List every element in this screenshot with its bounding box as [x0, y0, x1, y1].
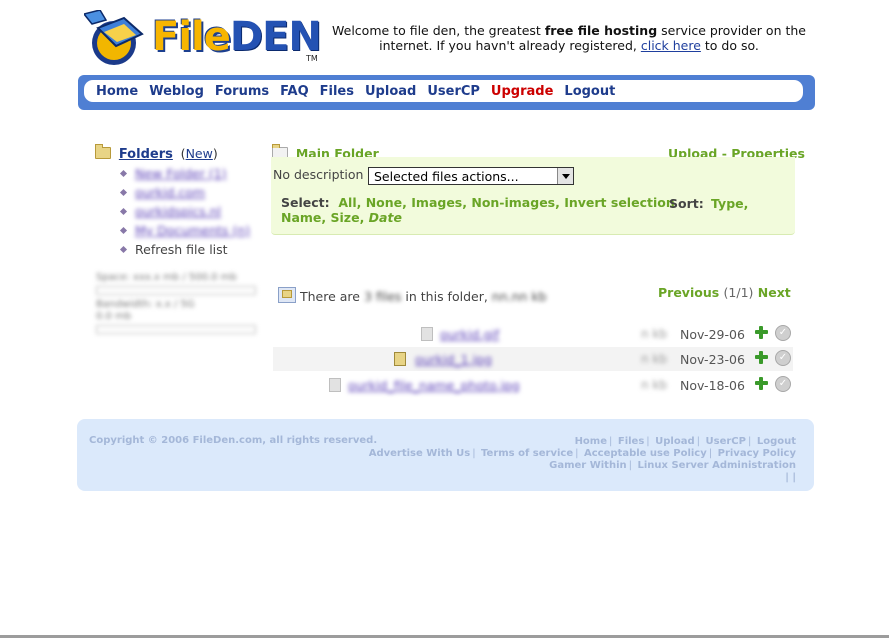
sidebar-item-folder[interactable]: ourkidspics.nl	[119, 204, 265, 223]
file-actions-select[interactable]: Selected files actions...	[368, 167, 574, 185]
invert-selection-link[interactable]: Invert selection	[564, 195, 675, 210]
footer-upload-link[interactable]: Upload	[655, 436, 694, 447]
nav-upload[interactable]: Upload	[365, 84, 416, 99]
footer: Copyright © 2006 FileDen.com, all rights…	[77, 419, 814, 491]
footer-terms-link[interactable]: Terms of service	[481, 448, 573, 459]
file-name-link[interactable]: ourkid_1.jpg	[415, 352, 492, 367]
bullet-icon	[119, 226, 128, 235]
nav-faq[interactable]: FAQ	[280, 84, 309, 99]
check-icon[interactable]: ✓	[775, 325, 791, 341]
file-icon	[421, 327, 433, 341]
footer-separators: | |	[785, 472, 796, 483]
folder-tools-panel: No description Selected files actions...…	[271, 157, 795, 235]
nav-upgrade[interactable]: Upgrade	[491, 84, 553, 99]
sidebar-item-folder[interactable]: My Documents (n)	[119, 223, 265, 242]
trademark-mark: TM	[306, 54, 318, 63]
folder-summary: There are 3 files in this folder, nn.nn …	[278, 287, 547, 304]
image-file-icon	[394, 352, 406, 366]
file-date: Nov-18-06	[680, 378, 745, 393]
sort-name-link[interactable]: Name	[281, 210, 321, 225]
plus-icon[interactable]	[755, 351, 768, 364]
new-folder-link[interactable]: New	[186, 146, 213, 161]
footer-linux-admin-link[interactable]: Linux Server Administration	[637, 460, 796, 471]
file-name-link[interactable]: ourkid_file_name_photo.jpg	[348, 378, 520, 393]
plus-icon[interactable]	[755, 326, 768, 339]
sort-options-cont: Name, Size, Date	[281, 210, 402, 225]
next-page-link[interactable]: Next	[758, 285, 791, 300]
file-size: n kb	[641, 327, 667, 341]
file-row[interactable]: ourkid.gif n kb Nov-29-06 ✓	[273, 322, 793, 346]
sidebar-item-folder[interactable]: ourkid.com	[119, 185, 265, 204]
file-row[interactable]: ourkid_file_name_photo.jpg n kb Nov-18-0…	[273, 373, 793, 397]
pagination: Previous (1/1) Next	[658, 285, 791, 300]
sort-size-link[interactable]: Size	[331, 210, 360, 225]
sort-options: Type,	[711, 196, 749, 211]
bullet-icon	[119, 169, 128, 178]
plus-icon[interactable]	[755, 377, 768, 390]
welcome-message: Welcome to file den, the greatest free f…	[332, 23, 806, 53]
footer-logout-link[interactable]: Logout	[757, 436, 796, 447]
bandwidth-usage-bar	[96, 325, 256, 334]
file-row[interactable]: ourkid_1.jpg n kb Nov-23-06 ✓	[273, 347, 793, 371]
file-size: n kb	[641, 378, 667, 392]
register-link[interactable]: click here	[641, 38, 701, 53]
chevron-down-icon[interactable]	[557, 168, 573, 184]
previous-page-link[interactable]: Previous	[658, 285, 719, 300]
main-nav-bar: Home Weblog Forums FAQ Files Upload User…	[78, 75, 815, 110]
check-icon[interactable]: ✓	[775, 376, 791, 392]
logo-emblem-icon	[84, 10, 144, 65]
nav-home[interactable]: Home	[96, 84, 138, 99]
select-all-link[interactable]: All	[338, 195, 356, 210]
footer-links: Home | Files | Upload | UserCP | Logout Adve…	[368, 436, 796, 483]
footer-usercp-link[interactable]: UserCP	[706, 436, 746, 447]
folder-icon	[95, 144, 111, 159]
folders-link[interactable]: Folders	[119, 147, 173, 162]
select-nonimages-link[interactable]: Non-images	[471, 195, 555, 210]
nav-files[interactable]: Files	[320, 84, 354, 99]
bullet-icon	[119, 207, 128, 216]
nav-weblog[interactable]: Weblog	[149, 84, 204, 99]
file-icon	[329, 378, 341, 392]
footer-home-link[interactable]: Home	[575, 436, 607, 447]
copyright-text: Copyright © 2006 FileDen.com, all rights…	[89, 435, 378, 446]
sidebar-item-refresh[interactable]: Refresh file list	[119, 242, 265, 261]
footer-gamer-within-link[interactable]: Gamer Within	[549, 460, 626, 471]
fileden-logo[interactable]: FileDEN TM	[84, 10, 324, 68]
parent-folder-icon[interactable]	[278, 287, 296, 303]
folder-sidebar: Folders (New) New Folder (1) ourkid.com …	[95, 144, 265, 261]
nav-usercp[interactable]: UserCP	[427, 84, 480, 99]
sort-date-link[interactable]: Date	[369, 210, 402, 225]
bullet-icon	[119, 245, 128, 254]
file-date: Nov-29-06	[680, 327, 745, 342]
file-date: Nov-23-06	[680, 352, 745, 367]
file-name-link[interactable]: ourkid.gif	[440, 327, 499, 342]
file-size: n kb	[641, 352, 667, 366]
nav-forums[interactable]: Forums	[215, 84, 269, 99]
sort-label: Sort:	[669, 196, 704, 211]
bullet-icon	[119, 188, 128, 197]
select-images-link[interactable]: Images	[411, 195, 462, 210]
logo-wordmark: FileDEN	[152, 14, 322, 60]
sort-type-link[interactable]: Type	[711, 196, 744, 211]
footer-files-link[interactable]: Files	[618, 436, 644, 447]
footer-privacy-link[interactable]: Privacy Policy	[718, 448, 796, 459]
footer-advertise-link[interactable]: Advertise With Us	[369, 448, 470, 459]
sidebar-item-folder[interactable]: New Folder (1)	[119, 166, 265, 185]
check-icon[interactable]: ✓	[775, 350, 791, 366]
new-folder-wrapper: (New)	[180, 146, 218, 161]
select-row: Select: All, None, Images, Non-images, I…	[281, 195, 675, 210]
folder-description: No description	[273, 167, 364, 182]
space-usage-bar	[96, 286, 256, 295]
nav-logout[interactable]: Logout	[564, 84, 615, 99]
select-none-link[interactable]: None	[366, 195, 402, 210]
footer-aup-link[interactable]: Acceptable use Policy	[584, 448, 707, 459]
storage-quota: Space: xxx.x mb / 500.0 mb Bandwidth: x.…	[96, 272, 256, 338]
